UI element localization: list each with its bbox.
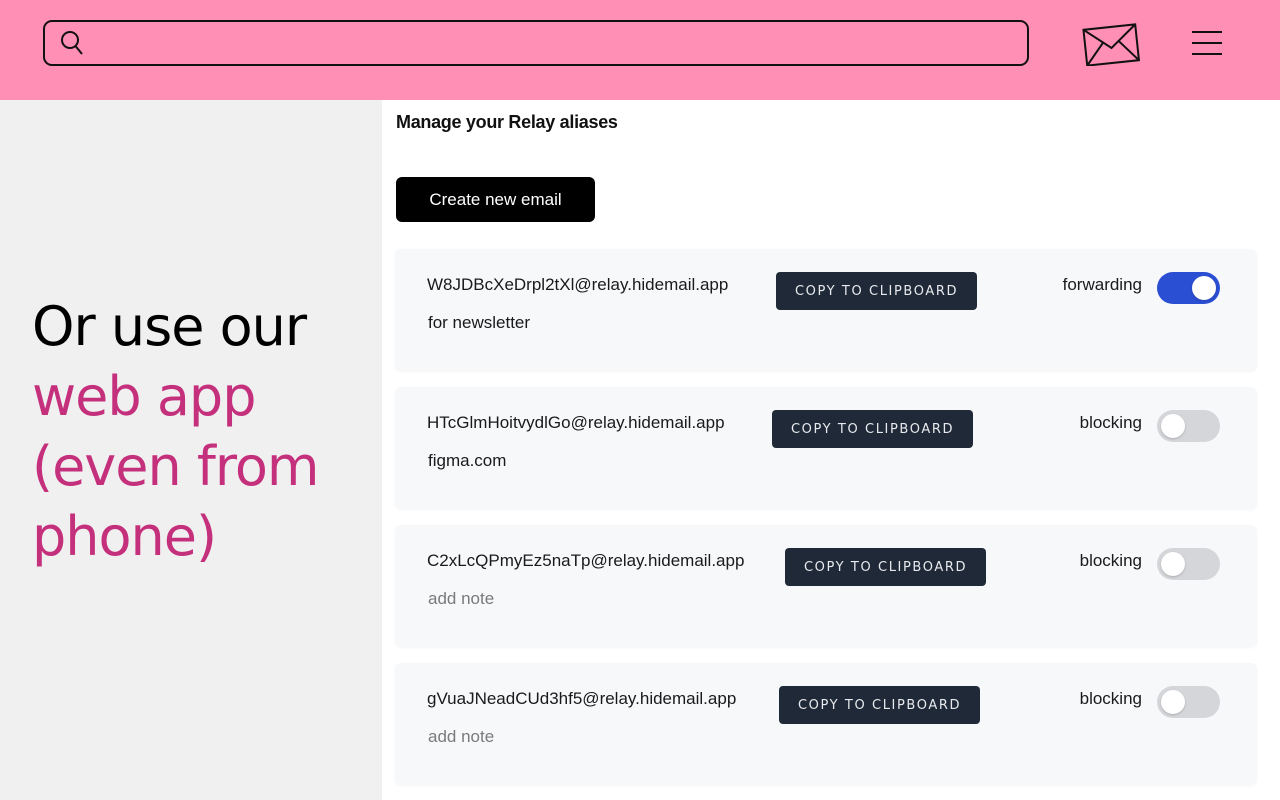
copy-to-clipboard-button[interactable]: COPY TO CLIPBOARD	[772, 410, 974, 448]
alias-email: C2xLcQPmyEz5naTp@relay.hidemail.app	[427, 551, 745, 570]
toggle-knob	[1161, 414, 1185, 438]
search-icon	[61, 31, 83, 55]
alias-status: blocking	[1079, 413, 1142, 432]
alias-card: C2xLcQPmyEz5naTp@relay.hidemail.app add …	[395, 525, 1257, 647]
search-input[interactable]	[95, 22, 1017, 64]
forwarding-toggle[interactable]	[1157, 410, 1220, 442]
promo-line-1: Or use our	[32, 295, 307, 358]
alias-card: gVuaJNeadCUd3hf5@relay.hidemail.app add …	[395, 663, 1257, 785]
alias-status: blocking	[1079, 689, 1142, 708]
promo-line-2: web app	[32, 365, 256, 428]
envelope-icon[interactable]	[1080, 20, 1142, 66]
toggle-knob	[1192, 276, 1216, 300]
alias-card: W8JDBcXeDrpl2tXl@relay.hidemail.app for …	[395, 249, 1257, 371]
add-note-field[interactable]: add note	[428, 727, 494, 747]
copy-to-clipboard-button[interactable]: COPY TO CLIPBOARD	[779, 686, 981, 724]
alias-note[interactable]: for newsletter	[428, 313, 530, 333]
forwarding-toggle[interactable]	[1157, 272, 1220, 304]
alias-status: blocking	[1079, 551, 1142, 570]
toggle-knob	[1161, 690, 1185, 714]
hamburger-menu-icon[interactable]	[1190, 28, 1224, 58]
add-note-field[interactable]: add note	[428, 589, 494, 609]
copy-to-clipboard-button[interactable]: COPY TO CLIPBOARD	[785, 548, 987, 586]
alias-note[interactable]: figma.com	[428, 451, 506, 471]
toggle-knob	[1161, 552, 1185, 576]
aliases-panel: Manage your Relay aliases Create new ema…	[382, 100, 1280, 800]
alias-email: gVuaJNeadCUd3hf5@relay.hidemail.app	[427, 689, 737, 708]
forwarding-toggle[interactable]	[1157, 548, 1220, 580]
forwarding-toggle[interactable]	[1157, 686, 1220, 718]
alias-card: HTcGlmHoitvydlGo@relay.hidemail.app figm…	[395, 387, 1257, 509]
alias-email: W8JDBcXeDrpl2tXl@relay.hidemail.app	[427, 275, 729, 294]
copy-to-clipboard-button[interactable]: COPY TO CLIPBOARD	[776, 272, 978, 310]
promo-line-3: (even from	[32, 435, 320, 498]
search-bar[interactable]	[43, 20, 1029, 66]
promo-headline: Or use our web app (even from phone)	[32, 292, 320, 572]
page-title: Manage your Relay aliases	[396, 112, 618, 132]
promo-line-4: phone)	[32, 505, 217, 568]
create-new-email-button[interactable]: Create new email	[396, 177, 595, 222]
alias-status: forwarding	[1062, 275, 1142, 294]
top-bar	[0, 0, 1280, 100]
alias-email: HTcGlmHoitvydlGo@relay.hidemail.app	[427, 413, 725, 432]
